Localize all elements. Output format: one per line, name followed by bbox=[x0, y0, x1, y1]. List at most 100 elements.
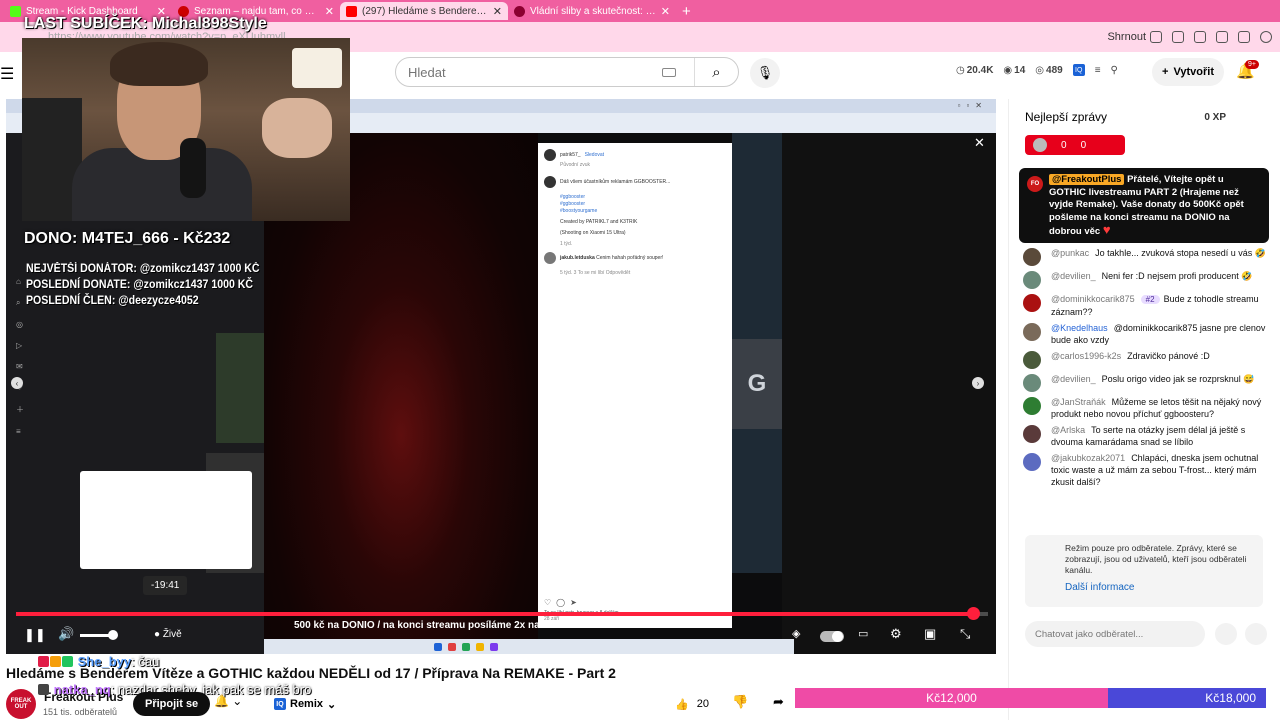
create-button[interactable]: + Vytvořit bbox=[1152, 58, 1224, 86]
chat-author[interactable]: @dominikkocarik875 bbox=[1051, 294, 1135, 304]
avatar[interactable] bbox=[1023, 323, 1041, 341]
tab-youtube[interactable]: (297) Hledáme s Benderem Ví ✕ bbox=[340, 2, 508, 20]
tab-title: (297) Hledáme s Benderem Ví bbox=[362, 5, 488, 17]
hashtag[interactable]: #ggbooster bbox=[560, 201, 726, 208]
favorite-icon[interactable] bbox=[1216, 31, 1228, 43]
chat-message[interactable]: @dominikkocarik875 #2 Bude z tohodle strea… bbox=[1023, 293, 1273, 318]
comment-icon[interactable]: ◯ bbox=[556, 598, 565, 607]
close-icon[interactable]: ✕ bbox=[325, 5, 334, 18]
ggbooster-logo: G bbox=[732, 339, 782, 429]
progress-bar[interactable] bbox=[16, 612, 988, 616]
chat-text: Jo takhle... zvuková stopa nesedí u vás … bbox=[1095, 248, 1266, 258]
chat-author[interactable]: @carlos1996-k2s bbox=[1051, 351, 1121, 361]
join-button[interactable]: Připojit se bbox=[133, 692, 211, 716]
volume-slider[interactable] bbox=[80, 634, 110, 637]
chat-author[interactable]: @JanStraňák bbox=[1051, 397, 1106, 407]
donor-stats: NEJVĚTŠÍ DONÁTOR: @zomikcz1437 1000 KČ P… bbox=[26, 261, 260, 309]
chat-author[interactable]: @punkac bbox=[1051, 248, 1089, 258]
chat-header: Nejlepší zprávy 0 XP bbox=[1009, 99, 1280, 135]
close-icon[interactable]: ✕ bbox=[974, 135, 985, 151]
chat-message[interactable]: @devilien_ Neni fer :D nejsem profi produ… bbox=[1023, 270, 1273, 289]
heart-icon[interactable]: ♡ bbox=[544, 598, 551, 607]
iq-icon[interactable]: ◈ bbox=[792, 627, 800, 640]
search-button[interactable]: ⌕ bbox=[694, 58, 738, 86]
extensions-icon[interactable] bbox=[1238, 31, 1250, 43]
share-icon[interactable]: ➦ bbox=[773, 694, 784, 710]
stream-chat-line: She_byy: čau bbox=[38, 654, 159, 669]
avatar[interactable] bbox=[1023, 425, 1041, 443]
avatar[interactable] bbox=[1023, 351, 1041, 369]
search-icon: ⌕ bbox=[16, 298, 21, 307]
tools-icon[interactable]: ⚲ bbox=[1111, 65, 1118, 76]
new-tab-button[interactable]: + bbox=[682, 3, 691, 20]
split-view-icon[interactable] bbox=[1172, 31, 1184, 43]
chat-message[interactable]: @carlos1996-k2s Zdravičko pánové :D bbox=[1023, 350, 1273, 369]
miniplayer-icon[interactable]: ▣ bbox=[924, 626, 936, 642]
chat-author[interactable]: @Arlska bbox=[1051, 425, 1085, 435]
avatar[interactable] bbox=[1023, 374, 1041, 392]
chat-author[interactable]: @jakubkozak2071 bbox=[1051, 453, 1125, 463]
search-input[interactable] bbox=[408, 64, 662, 80]
pause-icon[interactable]: ❚❚ bbox=[24, 627, 46, 643]
avatar bbox=[544, 176, 556, 188]
microphone-icon[interactable]: 🎙 bbox=[750, 58, 780, 88]
xp-unit: XP bbox=[1212, 111, 1226, 123]
profile-icon[interactable] bbox=[1260, 31, 1272, 43]
more-info-link[interactable]: Další informace bbox=[1065, 582, 1251, 593]
close-icon[interactable]: ✕ bbox=[493, 5, 502, 18]
chat-message[interactable]: @devilien_ Poslu origo video jak se rozpr… bbox=[1023, 373, 1273, 392]
thumbs-down-icon[interactable]: 👎 bbox=[732, 694, 748, 710]
menu-icon: ≡ bbox=[16, 427, 21, 436]
summarize-button[interactable]: Shrnout bbox=[1107, 31, 1162, 43]
like-button[interactable]: 👍 20 bbox=[675, 692, 709, 716]
follow-link[interactable]: Sledovat bbox=[585, 152, 604, 158]
chat-author[interactable]: @devilien_ bbox=[1051, 374, 1096, 384]
next-arrow-icon[interactable]: › bbox=[972, 377, 984, 389]
list-icon[interactable]: ≡ bbox=[1095, 65, 1101, 76]
menu-icon[interactable]: ☰ bbox=[0, 64, 14, 84]
subtitles-icon[interactable]: ▭ bbox=[858, 627, 868, 640]
instagram-post: patrik57_ Sledovat Původní zvuk Dáš všem… bbox=[538, 143, 732, 628]
chat-author[interactable]: @devilien_ bbox=[1051, 271, 1096, 281]
vs-left-score: 0 bbox=[1061, 139, 1067, 151]
chat-message[interactable]: @Knedelhaus @dominikkocarik875 jasne pre … bbox=[1023, 322, 1273, 346]
channel-avatar[interactable]: FREAK OUT bbox=[6, 689, 36, 719]
send-icon[interactable] bbox=[1245, 623, 1267, 645]
chat-message[interactable]: @punkac Jo takhle... zvuková stopa nesedí… bbox=[1023, 247, 1273, 266]
remix-button[interactable]: IQ Remix ⌄ bbox=[266, 692, 344, 716]
avatar[interactable] bbox=[1023, 294, 1041, 312]
volume-knob[interactable] bbox=[108, 630, 118, 640]
chat-message[interactable]: @Arlska To serte na otázky jsem délal já … bbox=[1023, 424, 1273, 448]
prev-arrow-icon[interactable]: ‹ bbox=[11, 377, 23, 389]
tab-news[interactable]: Vládní sliby a skutečnost: Co kabi ✕ bbox=[508, 2, 676, 20]
autoplay-toggle[interactable] bbox=[820, 631, 844, 642]
chat-text: Poslu origo video jak se rozprsknul 😅 bbox=[1101, 374, 1255, 384]
chat-message[interactable]: @JanStraňák Můžeme se letos těšit na něja… bbox=[1023, 396, 1273, 420]
hashtag[interactable]: #boostyourgame bbox=[560, 208, 726, 215]
site-icon bbox=[514, 5, 525, 17]
live-label[interactable]: ● Živě bbox=[154, 629, 182, 640]
reading-icon[interactable] bbox=[1194, 31, 1206, 43]
subscriber-only-notice: Režim pouze pro odběratele. Zprávy, kter… bbox=[1025, 535, 1263, 607]
avatar[interactable] bbox=[1023, 271, 1041, 289]
emoji-icon[interactable] bbox=[1215, 623, 1237, 645]
settings-icon[interactable]: ⚙ bbox=[890, 626, 902, 642]
bell-icon[interactable]: 🔔 ⌄ bbox=[214, 694, 242, 708]
keyboard-icon[interactable] bbox=[662, 67, 676, 77]
chat-title[interactable]: Nejlepší zprávy bbox=[1025, 110, 1107, 124]
hashtag[interactable]: #ggbooster bbox=[560, 194, 726, 201]
volume-icon[interactable]: 🔊 bbox=[58, 626, 74, 642]
iq-icon[interactable]: IQ bbox=[1072, 64, 1085, 76]
close-icon[interactable]: ✕ bbox=[661, 5, 670, 18]
live-chat: Nejlepší zprávy 0 XP 0 0 FO @FreakoutPlu… bbox=[1008, 99, 1280, 720]
avatar[interactable] bbox=[1023, 453, 1041, 471]
chat-input[interactable]: Chatovat jako odběratel... bbox=[1025, 621, 1205, 647]
avatar bbox=[1033, 138, 1047, 152]
avatar[interactable] bbox=[1023, 248, 1041, 266]
fullscreen-icon[interactable]: ⤡ bbox=[960, 626, 970, 642]
chat-author[interactable]: @Knedelhaus bbox=[1051, 323, 1108, 333]
send-icon[interactable]: ➤ bbox=[570, 598, 577, 607]
xp-value: 0 bbox=[1204, 111, 1210, 123]
avatar[interactable] bbox=[1023, 397, 1041, 415]
chat-message[interactable]: @jakubkozak2071 Chlapáci, dneska jsem och… bbox=[1023, 452, 1273, 488]
